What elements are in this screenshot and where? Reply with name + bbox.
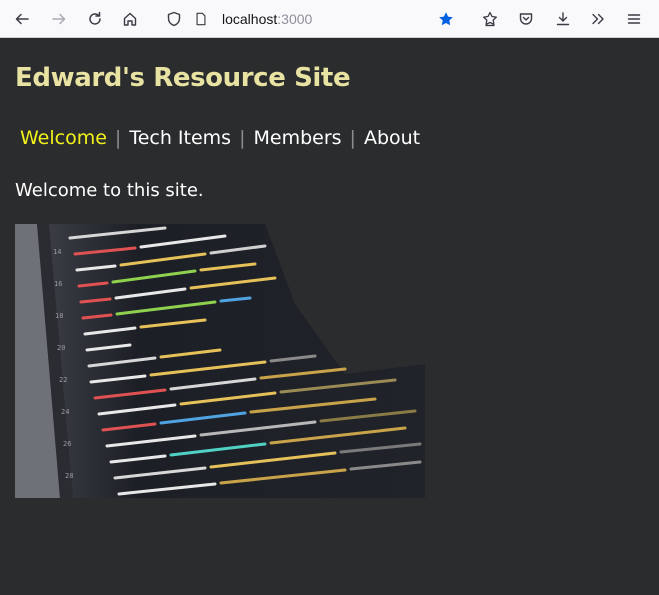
nav-item-tech-items[interactable]: Tech Items xyxy=(129,127,231,149)
pocket-button[interactable] xyxy=(476,5,504,33)
pocket-icon xyxy=(483,11,497,27)
site-title: Edward's Resource Site xyxy=(15,63,351,93)
forward-button[interactable] xyxy=(45,5,73,33)
nav-item-about[interactable]: About xyxy=(364,127,420,149)
svg-text:26: 26 xyxy=(63,440,71,448)
page-icon xyxy=(196,12,206,26)
svg-text:18: 18 xyxy=(55,312,63,320)
overflow-icon xyxy=(592,13,604,25)
nav-item-welcome[interactable]: Welcome xyxy=(20,127,107,149)
bookmark-star-icon xyxy=(439,12,453,26)
site-nav: Welcome | Tech Items | Members | About xyxy=(20,127,420,149)
code-screen-illustration: 14 16 18 20 22 24 26 28 xyxy=(15,224,425,498)
nav-separator: | xyxy=(349,127,356,149)
menu-icon xyxy=(627,14,641,24)
welcome-text: Welcome to this site. xyxy=(15,180,204,201)
reload-icon xyxy=(89,11,101,25)
svg-text:28: 28 xyxy=(65,472,73,480)
nav-separator: | xyxy=(114,127,122,149)
url-host: localhost xyxy=(222,11,278,27)
back-icon xyxy=(15,13,29,25)
svg-text:16: 16 xyxy=(54,280,62,288)
home-icon xyxy=(123,12,137,26)
nav-item-members[interactable]: Members xyxy=(253,127,341,149)
app-menu-button[interactable] xyxy=(620,5,648,33)
tracking-protection-button[interactable] xyxy=(162,5,186,33)
page-content: Edward's Resource Site Welcome | Tech It… xyxy=(0,38,659,595)
browser-toolbar: localhost:3000 xyxy=(0,0,659,38)
save-to-pocket-icon xyxy=(519,13,533,25)
svg-text:22: 22 xyxy=(59,376,67,384)
overflow-button[interactable] xyxy=(584,5,612,33)
nav-separator: | xyxy=(239,127,246,149)
reload-button[interactable] xyxy=(81,5,109,33)
forward-icon xyxy=(52,13,66,25)
download-icon xyxy=(556,12,570,26)
home-button[interactable] xyxy=(116,5,144,33)
svg-text:24: 24 xyxy=(61,408,69,416)
bookmark-star-button[interactable] xyxy=(432,5,460,33)
downloads-button[interactable] xyxy=(549,5,577,33)
save-to-pocket-button[interactable] xyxy=(512,5,540,33)
svg-text:20: 20 xyxy=(57,344,65,352)
shield-icon xyxy=(167,11,181,27)
url-port: :3000 xyxy=(277,11,313,27)
svg-text:14: 14 xyxy=(53,248,61,256)
back-button[interactable] xyxy=(8,5,36,33)
code-screen-image: 14 16 18 20 22 24 26 28 xyxy=(15,224,425,498)
